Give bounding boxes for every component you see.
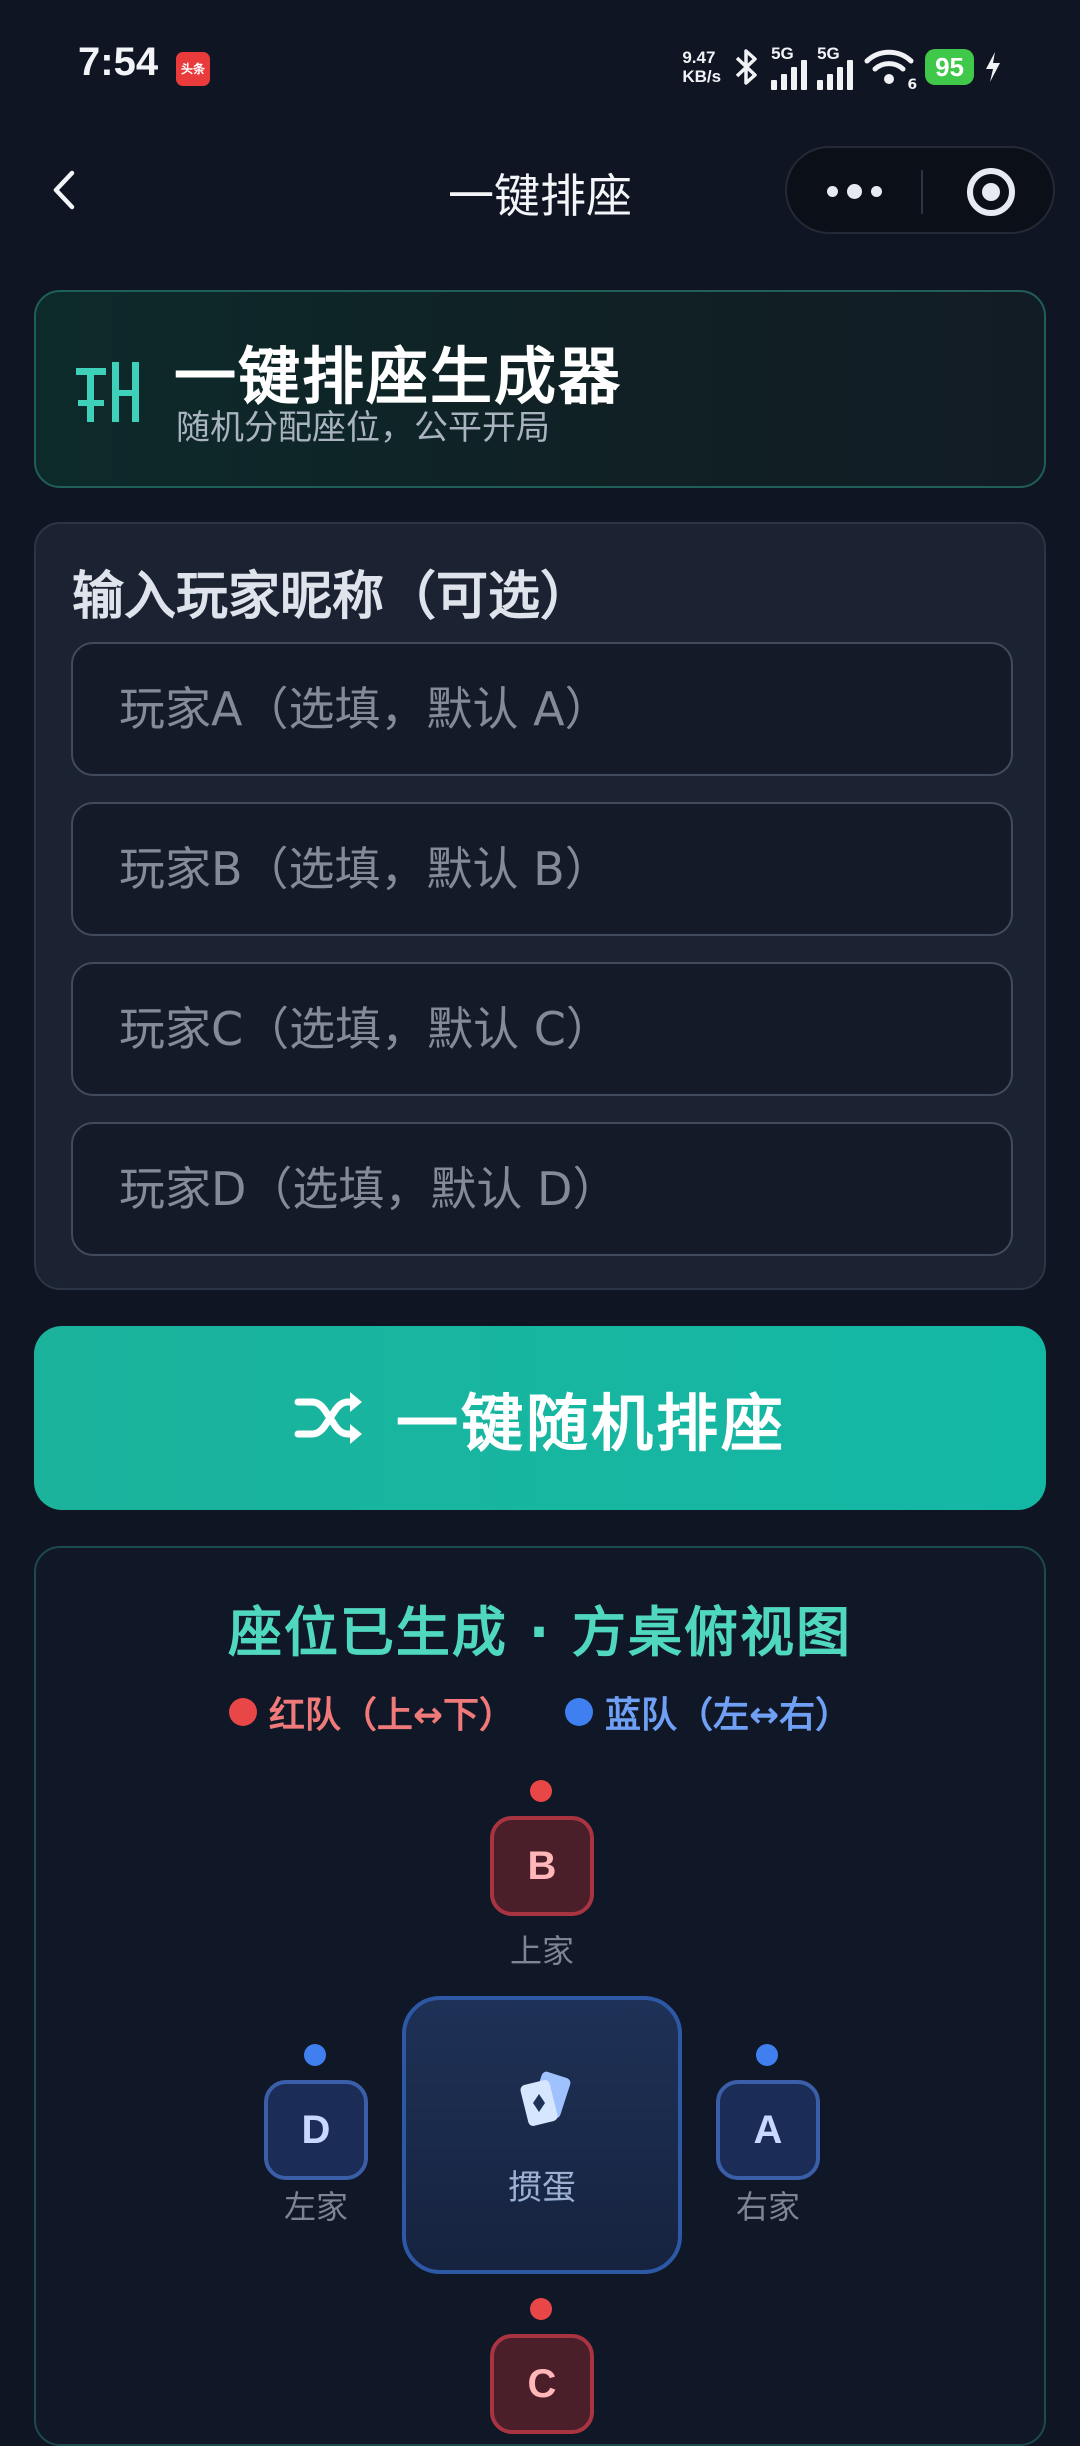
random-seat-button-label: 一键随机排座 xyxy=(395,1387,786,1460)
net-speed: 9.47 KB/s xyxy=(682,48,721,86)
player-b-field[interactable] xyxy=(71,802,1013,936)
seat-top: B xyxy=(490,1816,594,1916)
status-icons: 9.47 KB/s 5G 5G 6 95 xyxy=(682,42,1002,93)
player-d-field[interactable] xyxy=(71,1122,1013,1256)
seat-bottom-team-dot xyxy=(530,2298,552,2320)
seat-left-team-dot xyxy=(304,2044,326,2066)
seat-left-label: 左家 xyxy=(283,2188,348,2226)
status-time: 7:54 xyxy=(78,40,159,84)
player-a-field[interactable] xyxy=(71,642,1013,776)
shuffle-icon xyxy=(294,1392,362,1444)
bluetooth-icon xyxy=(735,49,757,85)
toutiao-app-icon: 头条 xyxy=(176,52,210,86)
mini-program-capsule xyxy=(785,146,1055,234)
seat-top-label: 上家 xyxy=(509,1932,574,1970)
player-input-card: 输入玩家昵称（可选） xyxy=(34,522,1046,1290)
capsule-divider xyxy=(921,170,923,214)
red-dot-icon xyxy=(228,1698,257,1726)
header-card: 一键排座生成器 随机分配座位，公平开局 xyxy=(34,290,1046,488)
playing-cards-icon xyxy=(520,2071,571,2126)
table-logo-icon xyxy=(76,362,139,422)
legend-red-team: 红队（上↔下） xyxy=(228,1686,515,1738)
net-speed-value: 9.47 xyxy=(682,48,716,67)
more-icon[interactable] xyxy=(827,184,882,199)
battery-indicator: 95 xyxy=(925,49,974,85)
target-icon[interactable] xyxy=(967,168,1015,216)
player-c-input[interactable] xyxy=(73,964,1011,1094)
header-subtitle: 随机分配座位，公平开局 xyxy=(176,408,550,448)
player-b-input[interactable] xyxy=(73,804,1011,934)
signal-strength-1-icon: 5G xyxy=(771,44,808,90)
wifi-icon: 6 xyxy=(863,47,917,93)
seat-right: A xyxy=(716,2080,820,2180)
blue-dot-icon xyxy=(565,1698,593,1726)
mahjong-table: 掼蛋 xyxy=(402,1996,682,2274)
seat-top-team-dot xyxy=(530,1780,552,1802)
random-seat-button[interactable]: 一键随机排座 xyxy=(34,1326,1046,1510)
player-d-input[interactable] xyxy=(73,1124,1011,1254)
seat-result-card: 座位已生成 · 方桌俯视图 红队（上↔下） 蓝队（左↔右） B 上家 D 左家 … xyxy=(34,1546,1046,2446)
nav-bar: 一键排座 xyxy=(0,140,1080,240)
input-section-title: 输入玩家昵称（可选） xyxy=(72,567,593,627)
seat-right-team-dot xyxy=(756,2044,778,2066)
player-a-input[interactable] xyxy=(73,644,1011,774)
signal-strength-2-icon: 5G xyxy=(817,44,854,90)
charging-icon xyxy=(986,52,1000,82)
legend-blue-team: 蓝队（左↔右） xyxy=(565,1686,851,1738)
seat-bottom: C xyxy=(490,2334,594,2434)
team-legend: 红队（上↔下） 蓝队（左↔右） xyxy=(36,1686,1044,1738)
player-c-field[interactable] xyxy=(71,962,1013,1096)
wifi-badge: 6 xyxy=(907,77,918,93)
result-title: 座位已生成 · 方桌俯视图 xyxy=(227,1601,853,1664)
seat-right-label: 右家 xyxy=(735,2188,800,2226)
status-bar: 7:54 头条 9.47 KB/s 5G 5G 6 95 xyxy=(0,0,1080,130)
seat-left: D xyxy=(264,2080,368,2180)
net-speed-unit: KB/s xyxy=(682,67,722,86)
table-game-label: 掼蛋 xyxy=(508,2168,576,2208)
